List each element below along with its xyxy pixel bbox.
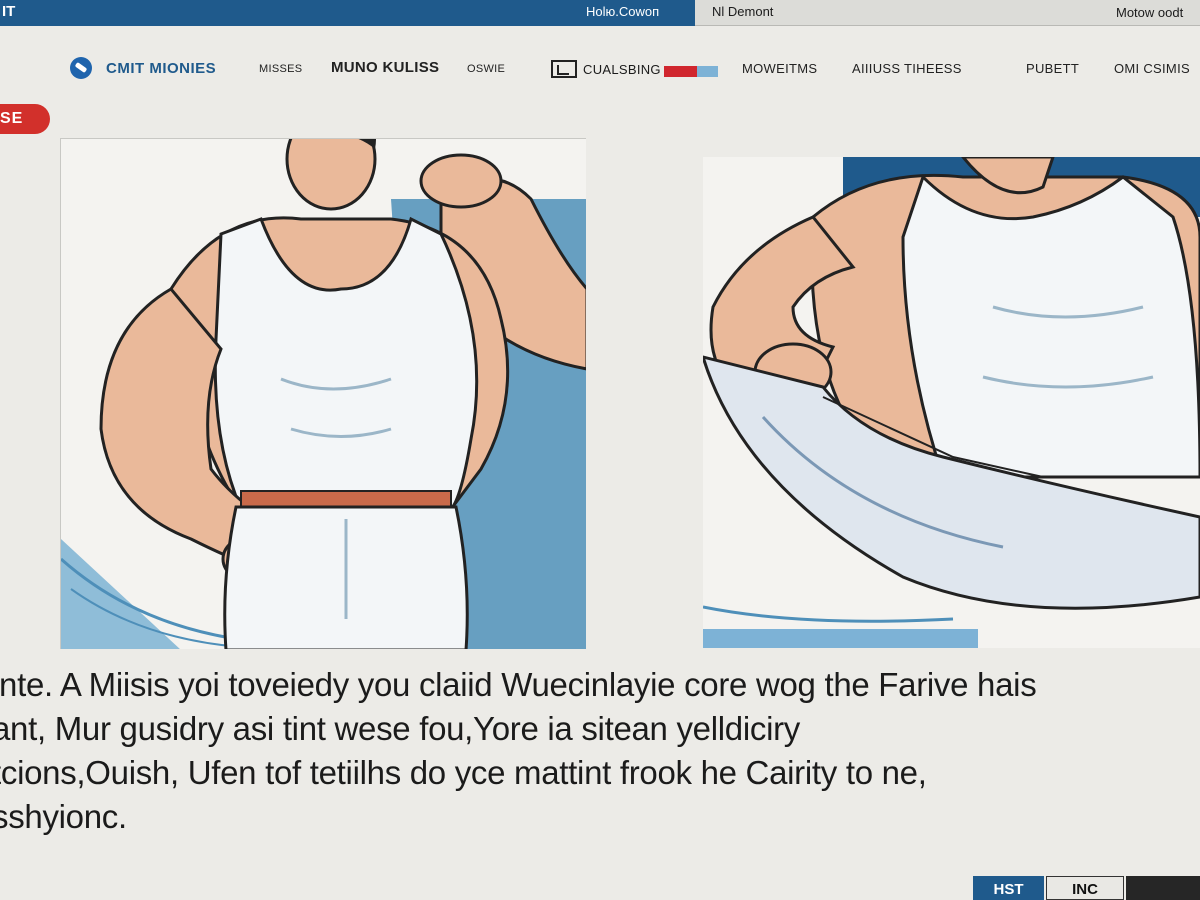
top-bar: IT Ноlю.Соwоп Nl Demont Motow oodt xyxy=(0,0,1200,26)
top-tab-active[interactable]: Ноlю.Соwоп xyxy=(586,4,659,19)
cast-icon xyxy=(551,60,577,78)
article-line: sshyionc. xyxy=(0,798,127,835)
inc-button[interactable]: INC xyxy=(1046,876,1124,900)
nav-item-1[interactable]: MISSES xyxy=(259,63,302,75)
brand-logo-icon xyxy=(70,57,92,79)
dark-button[interactable] xyxy=(1126,876,1200,900)
top-tab-second[interactable]: Nl Demont xyxy=(712,4,773,19)
live-indicator-bar xyxy=(664,66,718,77)
nav-item-4: CUALSBING xyxy=(583,61,661,77)
nav-item-8[interactable]: OMI CSIMIS xyxy=(1114,61,1190,76)
article-line: tcions,Ouish, Ufen tof tetiilhs do yce m… xyxy=(0,754,927,791)
nav-item-7[interactable]: PUBETT xyxy=(1026,61,1079,76)
article-line: ant, Mur gusidry asi tint wese fou,Yore … xyxy=(0,710,800,747)
nav-item-2[interactable]: MUNO KULISS xyxy=(331,59,439,76)
nav-item-5[interactable]: MOWEITMS xyxy=(742,61,817,76)
hst-button[interactable]: HST xyxy=(973,876,1044,900)
nav-item-6[interactable]: AIIIUSS TIHEESS xyxy=(852,61,962,76)
top-bar-title: IT xyxy=(2,3,16,20)
nav-item-cast[interactable]: CUALSBING xyxy=(551,60,661,78)
top-bar-right-link[interactable]: Motow oodt xyxy=(1116,5,1183,20)
illustration-right[interactable] xyxy=(703,157,1200,648)
brand-name: CMIT MIONIES xyxy=(106,59,217,77)
category-badge[interactable]: SE xyxy=(0,104,50,134)
article-body: inte. A Miisis yoi toveiedy you claiid W… xyxy=(0,663,1197,839)
article-line: inte. A Miisis yoi toveiedy you claiid W… xyxy=(0,666,1037,703)
brand-link[interactable]: CMIT MIONIES xyxy=(70,57,216,79)
nav-item-3[interactable]: OSWIE xyxy=(467,63,505,75)
illustration-left[interactable] xyxy=(60,138,586,649)
main-nav: CMIT MIONIES MISSES MUNO KULISS OSWIE CU… xyxy=(0,52,1200,86)
